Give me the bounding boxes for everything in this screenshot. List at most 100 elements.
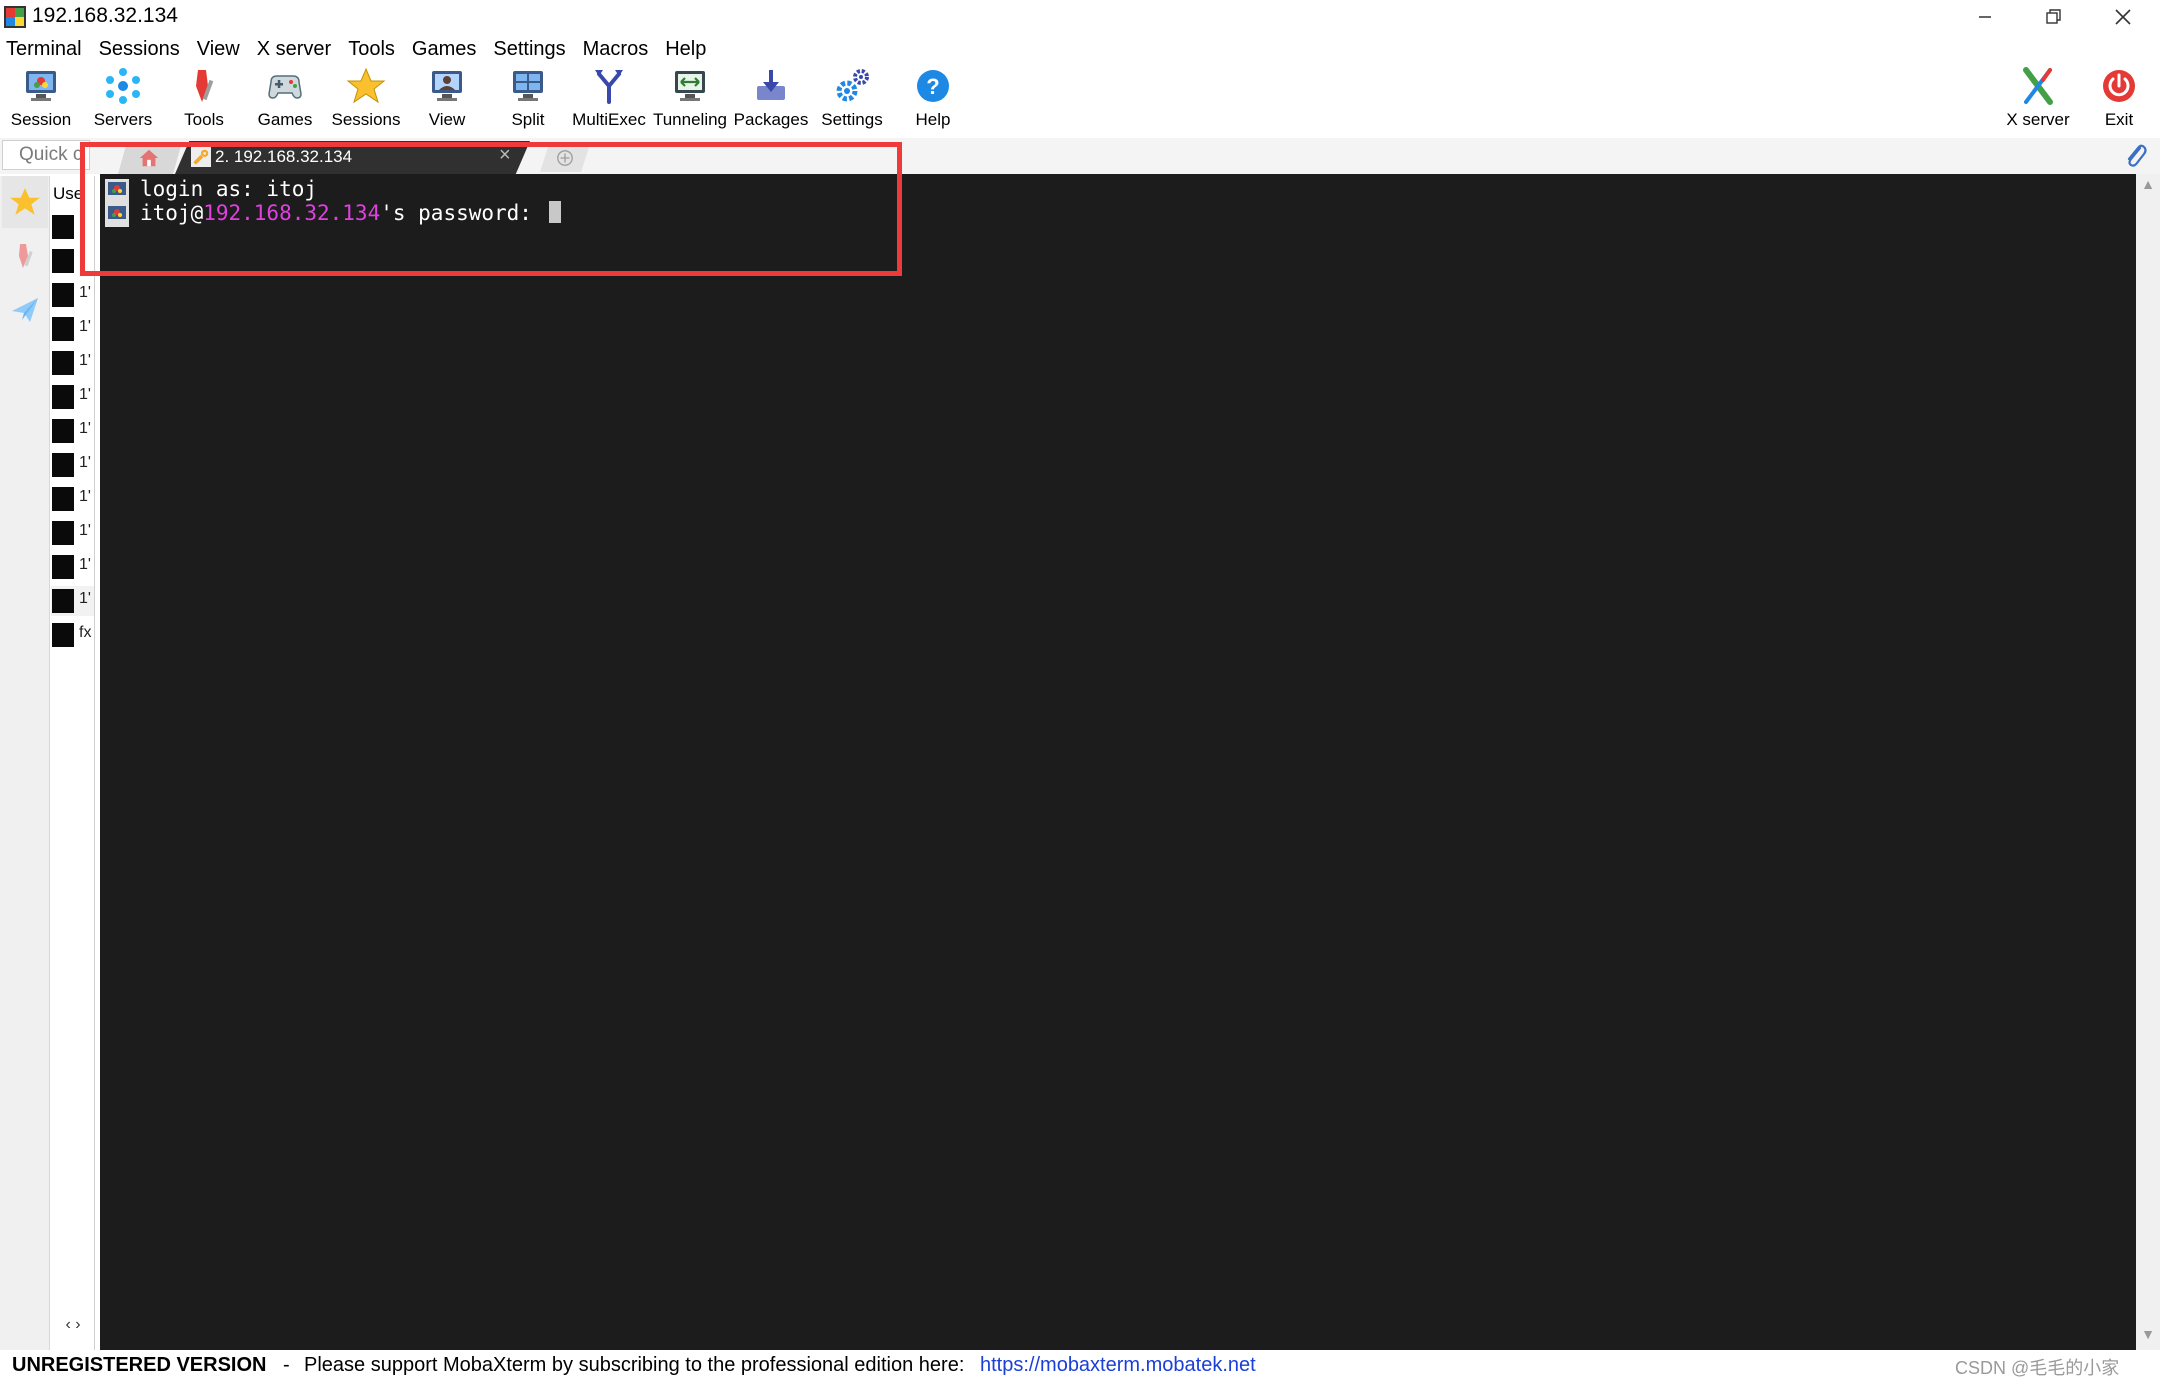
session-item[interactable]: 1' bbox=[51, 484, 94, 514]
ssh-key-icon bbox=[191, 147, 211, 167]
sidebar-sftp-button[interactable] bbox=[2, 284, 48, 336]
sidebar-sessions-button[interactable] bbox=[2, 176, 48, 228]
horizontal-scroll-arrows[interactable]: ‹ › bbox=[51, 1316, 94, 1340]
session-item[interactable]: 1' bbox=[51, 552, 94, 582]
session-item-label: 1' bbox=[79, 352, 91, 369]
sessions-header: Use bbox=[53, 184, 84, 203]
key-icon bbox=[52, 453, 74, 477]
session-icon bbox=[105, 203, 129, 227]
star-icon bbox=[346, 67, 386, 104]
terminal-host: 192.168.32.134 bbox=[203, 201, 381, 225]
tunneling-button[interactable]: Tunneling bbox=[649, 64, 731, 132]
new-tab-button[interactable] bbox=[540, 144, 590, 172]
scroll-up-icon[interactable]: ▲ bbox=[2136, 176, 2160, 198]
vertical-scrollbar[interactable]: ▲ ▼ bbox=[2136, 174, 2160, 1350]
session-item[interactable]: 1' bbox=[51, 450, 94, 480]
terminal-cursor bbox=[548, 201, 561, 223]
tunneling-icon bbox=[675, 71, 705, 101]
key-icon bbox=[52, 589, 74, 613]
minimize-icon bbox=[1979, 16, 1991, 18]
key-icon bbox=[52, 249, 74, 273]
star-icon bbox=[10, 188, 40, 215]
session-item-label: 1' bbox=[79, 318, 91, 335]
session-button[interactable]: Session bbox=[0, 64, 82, 132]
session-item[interactable]: · bbox=[51, 212, 94, 242]
games-label: Games bbox=[257, 110, 313, 129]
window-title: 192.168.32.134 bbox=[32, 4, 178, 27]
session-item-label: 1' bbox=[79, 420, 91, 437]
session-item[interactable]: 1' bbox=[51, 314, 94, 344]
session-item[interactable]: 1' bbox=[51, 348, 94, 378]
games-button[interactable]: Games bbox=[244, 64, 326, 132]
help-button[interactable]: ? Help bbox=[892, 64, 974, 132]
sidebar-tools-button[interactable] bbox=[2, 230, 48, 282]
session-item[interactable]: 1' bbox=[51, 518, 94, 548]
key-icon bbox=[52, 351, 74, 375]
quick-connect-input[interactable]: Quick c bbox=[2, 140, 90, 170]
packages-label: Packages bbox=[733, 110, 809, 129]
exit-label: Exit bbox=[2104, 110, 2134, 129]
session-item-label: 1' bbox=[79, 522, 91, 539]
toolbar: Session Servers Tools Games Sessions Vie… bbox=[0, 64, 2160, 134]
servers-button[interactable]: Servers bbox=[82, 64, 164, 132]
menu-settings[interactable]: Settings bbox=[487, 34, 576, 64]
menu-macros[interactable]: Macros bbox=[577, 34, 660, 64]
settings-button[interactable]: Settings bbox=[811, 64, 893, 132]
menu-tools[interactable]: Tools bbox=[342, 34, 406, 64]
session-item[interactable]: 1' bbox=[51, 280, 94, 310]
key-icon bbox=[52, 487, 74, 511]
menu-view[interactable]: View bbox=[191, 34, 251, 64]
key-icon bbox=[52, 215, 74, 239]
exit-button[interactable]: Exit bbox=[2078, 64, 2160, 132]
tools-button[interactable]: Tools bbox=[163, 64, 245, 132]
session-item-label: · bbox=[79, 250, 85, 267]
tab-strip: Quick c 2. 192.168.32.134 × bbox=[0, 138, 2160, 174]
help-icon: ? bbox=[917, 70, 949, 102]
restore-button[interactable] bbox=[2018, 0, 2088, 34]
session-item[interactable]: 1' bbox=[51, 416, 94, 446]
plus-icon bbox=[557, 150, 573, 166]
terminal-area[interactable]: login as: itoj itoj@192.168.32.134's pas… bbox=[100, 174, 2136, 1350]
minimize-button[interactable] bbox=[1950, 0, 2020, 34]
xserver-button[interactable]: X server bbox=[1997, 64, 2079, 132]
title-bar: 192.168.32.134 bbox=[0, 0, 2160, 34]
session-item-label: 1' bbox=[79, 454, 91, 471]
svg-text:?: ? bbox=[926, 74, 939, 99]
session-item-label: 1' bbox=[79, 284, 91, 301]
session-item-label: fx bbox=[79, 624, 92, 641]
menu-games[interactable]: Games bbox=[406, 34, 487, 64]
menu-xserver[interactable]: X server bbox=[251, 34, 342, 64]
session-icon bbox=[105, 179, 129, 203]
terminal-prompt: 's password: bbox=[380, 201, 545, 225]
key-icon bbox=[52, 555, 74, 579]
session-item[interactable]: 1' bbox=[51, 586, 94, 616]
home-tab[interactable] bbox=[118, 142, 182, 174]
packages-button[interactable]: Packages bbox=[730, 64, 812, 132]
tab-close-button[interactable]: × bbox=[499, 144, 511, 167]
close-button[interactable] bbox=[2088, 0, 2158, 34]
help-label: Help bbox=[915, 110, 951, 129]
settings-label: Settings bbox=[821, 110, 883, 129]
view-button[interactable]: View bbox=[406, 64, 488, 132]
terminal-line-password: itoj@192.168.32.134's password: bbox=[140, 201, 561, 225]
paper-plane-icon bbox=[12, 298, 38, 322]
split-button[interactable]: Split bbox=[487, 64, 569, 132]
session-item[interactable]: 1' bbox=[51, 382, 94, 412]
session-item[interactable]: · bbox=[51, 246, 94, 276]
mobaxterm-link[interactable]: https://mobaxterm.mobatek.net bbox=[980, 1354, 1256, 1377]
menu-sessions[interactable]: Sessions bbox=[93, 34, 191, 64]
multiexec-button[interactable]: MultiExec bbox=[568, 64, 650, 132]
menu-help[interactable]: Help bbox=[659, 34, 717, 64]
scroll-down-icon[interactable]: ▼ bbox=[2136, 1326, 2160, 1348]
menu-terminal[interactable]: Terminal bbox=[0, 34, 93, 64]
sessions-panel: Use · · 1' 1' 1' 1' 1' 1' 1' 1' 1' 1' fx… bbox=[51, 176, 95, 1350]
tab-session-ssh[interactable]: 2. 192.168.32.134 × bbox=[175, 141, 530, 174]
session-item[interactable]: fx bbox=[51, 620, 94, 650]
status-separator: - bbox=[283, 1354, 290, 1376]
power-icon bbox=[2103, 70, 2135, 102]
key-icon bbox=[52, 283, 74, 307]
sessions-button[interactable]: Sessions bbox=[325, 64, 407, 132]
paperclip-icon[interactable] bbox=[2122, 142, 2148, 170]
key-icon bbox=[52, 385, 74, 409]
multiexec-label: MultiExec bbox=[572, 110, 646, 129]
